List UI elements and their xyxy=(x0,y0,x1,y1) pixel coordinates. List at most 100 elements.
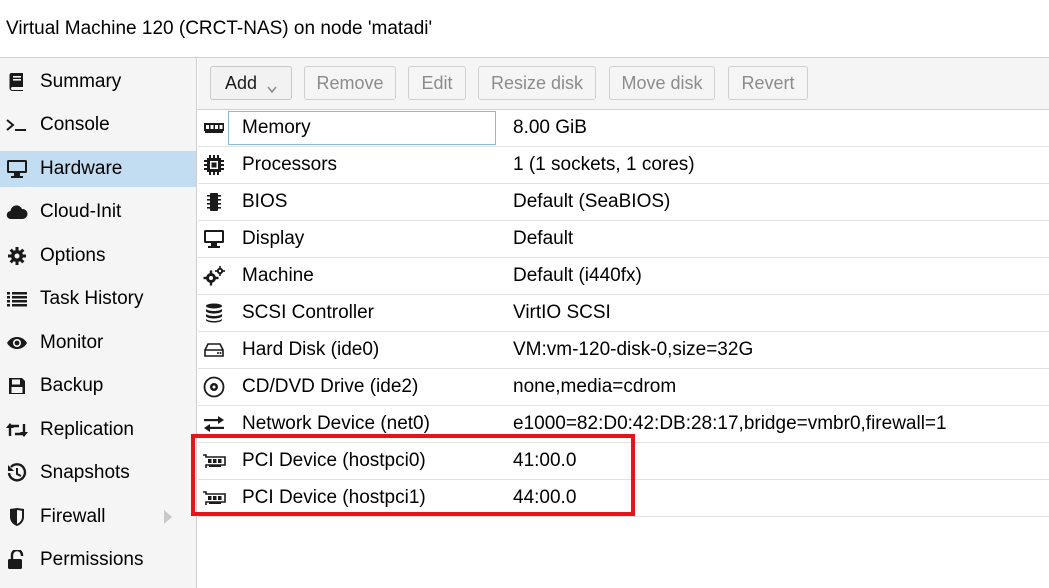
sidebar-item-replication[interactable]: Replication xyxy=(0,412,196,448)
row-name: SCSI Controller xyxy=(242,302,374,323)
table-row[interactable]: PCI Device (hostpci1) 44:00.0 xyxy=(198,480,1049,517)
chevron-down-icon xyxy=(267,78,277,94)
table-row[interactable]: Processors 1 (1 sockets, 1 cores) xyxy=(198,147,1049,184)
window-title: Virtual Machine 120 (CRCT-NAS) on node '… xyxy=(6,18,433,39)
vm-hardware-window: Virtual Machine 120 (CRCT-NAS) on node '… xyxy=(0,0,1049,588)
row-name: PCI Device (hostpci0) xyxy=(242,450,426,471)
row-value: e1000=82:D0:42:DB:28:17,bridge=vmbr0,fir… xyxy=(513,413,947,434)
sidebar-item-hardware[interactable]: Hardware xyxy=(0,151,196,187)
list-icon xyxy=(6,288,28,310)
move-disk-button-label: Move disk xyxy=(621,72,703,93)
expand-arrow-icon[interactable] xyxy=(164,510,172,524)
table-row[interactable]: PCI Device (hostpci0) 41:00.0 xyxy=(198,443,1049,480)
sidebar-item-summary[interactable]: Summary xyxy=(0,64,196,100)
history-icon xyxy=(6,462,28,484)
move-disk-button[interactable]: Move disk xyxy=(609,66,715,100)
sidebar-item-firewall[interactable]: Firewall xyxy=(0,499,196,535)
desktop-icon xyxy=(6,158,28,180)
sidebar-item-label: Replication xyxy=(40,419,134,440)
row-value: VM:vm-120-disk-0,size=32G xyxy=(513,339,754,360)
add-button-label: Add xyxy=(224,72,258,93)
resize-disk-button-label: Resize disk xyxy=(490,72,584,93)
sidebar-item-permissions[interactable]: Permissions xyxy=(0,542,196,578)
sidebar-item-label: Firewall xyxy=(40,506,106,527)
cdrom-icon xyxy=(202,376,226,398)
table-row[interactable]: Machine Default (i440fx) xyxy=(198,258,1049,295)
hardware-toolbar: Add Remove Edit Resize disk Move disk Re… xyxy=(198,58,1049,110)
edit-button[interactable]: Edit xyxy=(408,66,466,100)
table-row[interactable]: Hard Disk (ide0) VM:vm-120-disk-0,size=3… xyxy=(198,332,1049,369)
sidebar-item-label: Options xyxy=(40,245,106,266)
cpu-icon xyxy=(202,154,226,176)
sidebar-item-console[interactable]: Console xyxy=(0,107,196,143)
cloud-icon xyxy=(6,201,28,223)
table-row[interactable]: CD/DVD Drive (ide2) none,media=cdrom xyxy=(198,369,1049,406)
row-value: 44:00.0 xyxy=(513,487,577,508)
remove-button-label: Remove xyxy=(316,72,384,93)
shield-icon xyxy=(6,506,28,528)
sidebar: Summary Console Hardware Cloud-Init Opti xyxy=(0,58,197,588)
resize-disk-button[interactable]: Resize disk xyxy=(478,66,596,100)
row-value: VirtIO SCSI xyxy=(513,302,611,323)
retweet-icon xyxy=(6,419,28,441)
row-value: Default (i440fx) xyxy=(513,265,642,286)
row-name: Display xyxy=(242,228,305,249)
table-row[interactable]: Display Default xyxy=(198,221,1049,258)
row-value: Default xyxy=(513,228,574,249)
memory-icon xyxy=(202,117,226,139)
sidebar-item-label: Hardware xyxy=(40,158,123,179)
table-row[interactable]: Network Device (net0) e1000=82:D0:42:DB:… xyxy=(198,406,1049,443)
revert-button-label: Revert xyxy=(741,72,795,93)
table-row[interactable]: SCSI Controller VirtIO SCSI xyxy=(198,295,1049,332)
gear-icon xyxy=(6,245,28,267)
row-value: 1 (1 sockets, 1 cores) xyxy=(513,154,695,175)
pci-card-icon xyxy=(202,487,226,509)
book-icon xyxy=(6,71,28,93)
unlock-icon xyxy=(6,549,28,571)
sidebar-item-options[interactable]: Options xyxy=(0,238,196,274)
monitor-icon xyxy=(202,228,226,250)
row-name: CD/DVD Drive (ide2) xyxy=(242,376,419,397)
sidebar-item-label: Permissions xyxy=(40,549,144,570)
row-value: Default (SeaBIOS) xyxy=(513,191,671,212)
sidebar-item-cloud-init[interactable]: Cloud-Init xyxy=(0,194,196,230)
row-value: 41:00.0 xyxy=(513,450,577,471)
row-name: Network Device (net0) xyxy=(242,413,430,434)
revert-button[interactable]: Revert xyxy=(728,66,808,100)
row-value: none,media=cdrom xyxy=(513,376,677,397)
title-bar: Virtual Machine 120 (CRCT-NAS) on node '… xyxy=(0,0,1049,58)
sidebar-item-label: Task History xyxy=(40,288,144,309)
pci-card-icon xyxy=(202,450,226,472)
eye-icon xyxy=(6,332,28,354)
cogs-icon xyxy=(202,265,226,287)
sidebar-item-label: Snapshots xyxy=(40,462,130,483)
row-name: BIOS xyxy=(242,191,288,212)
sidebar-item-monitor[interactable]: Monitor xyxy=(0,325,196,361)
sidebar-item-label: Console xyxy=(40,114,110,135)
floppy-icon xyxy=(6,375,28,397)
row-name: Memory xyxy=(228,111,496,145)
row-name: Machine xyxy=(242,265,314,286)
sidebar-item-label: Summary xyxy=(40,71,122,92)
table-row[interactable]: Memory 8.00 GiB xyxy=(198,110,1049,147)
table-row[interactable]: BIOS Default (SeaBIOS) xyxy=(198,184,1049,221)
sidebar-item-snapshots[interactable]: Snapshots xyxy=(0,455,196,491)
microchip-icon xyxy=(202,191,226,213)
database-icon xyxy=(202,302,226,324)
sidebar-item-task-history[interactable]: Task History xyxy=(0,281,196,317)
sidebar-item-label: Cloud-Init xyxy=(40,201,122,222)
sidebar-item-label: Backup xyxy=(40,375,104,396)
edit-button-label: Edit xyxy=(421,72,453,93)
sidebar-item-backup[interactable]: Backup xyxy=(0,368,196,404)
terminal-icon xyxy=(6,114,28,136)
row-name: Processors xyxy=(242,154,338,175)
exchange-icon xyxy=(202,413,226,435)
add-button[interactable]: Add xyxy=(210,66,292,100)
row-name: PCI Device (hostpci1) xyxy=(242,487,426,508)
sidebar-item-label: Monitor xyxy=(40,332,104,353)
remove-button[interactable]: Remove xyxy=(304,66,396,100)
row-value: 8.00 GiB xyxy=(513,117,587,138)
hardware-grid: Memory 8.00 GiB Processors 1 (1 sockets,… xyxy=(198,110,1049,517)
row-name: Hard Disk (ide0) xyxy=(242,339,380,360)
hdd-icon xyxy=(202,339,226,361)
